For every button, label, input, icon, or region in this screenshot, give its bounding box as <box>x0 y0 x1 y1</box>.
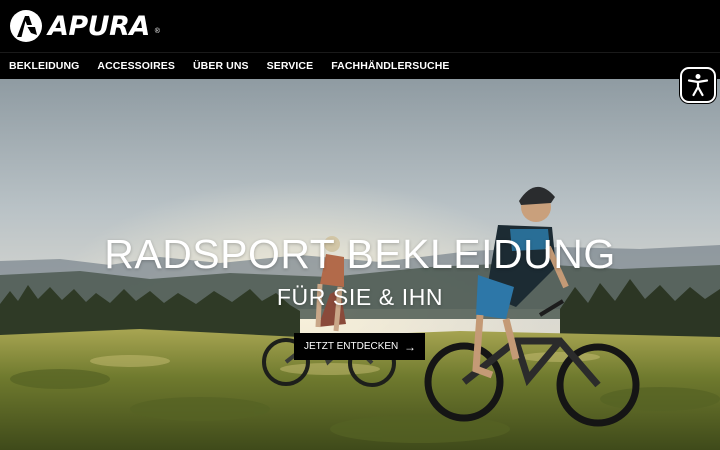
accessibility-button[interactable] <box>680 67 716 103</box>
nav-item-accessoires[interactable]: ACCESSOIRES <box>97 60 175 72</box>
apura-logo-icon <box>10 10 42 42</box>
discover-now-label: JETZT ENTDECKEN <box>304 341 399 352</box>
hero-headline: RADSPORT BEKLEIDUNG <box>104 231 616 277</box>
discover-now-button[interactable]: JETZT ENTDECKEN → <box>294 333 425 360</box>
arrow-right-icon: → <box>404 339 416 354</box>
main-nav: BEKLEIDUNG ACCESSOIRES ÜBER UNS SERVICE … <box>0 52 720 79</box>
top-bar: APURA ® <box>0 0 720 52</box>
hero-banner: RADSPORT BEKLEIDUNG FÜR SIE & IHN JETZT … <box>0 79 720 450</box>
nav-item-bekleidung[interactable]: BEKLEIDUNG <box>9 60 79 72</box>
hero-subline: FÜR SIE & IHN <box>276 284 444 310</box>
brand-name: APURA <box>48 10 150 42</box>
nav-item-ueber-uns[interactable]: ÜBER UNS <box>193 60 249 72</box>
brand-logo[interactable]: APURA ® <box>8 8 160 44</box>
accessibility-person-icon <box>687 74 709 97</box>
nav-item-fachhaendlersuche[interactable]: FACHHÄNDLERSUCHE <box>331 60 449 72</box>
registered-mark: ® <box>154 28 160 35</box>
nav-item-service[interactable]: SERVICE <box>267 60 314 72</box>
